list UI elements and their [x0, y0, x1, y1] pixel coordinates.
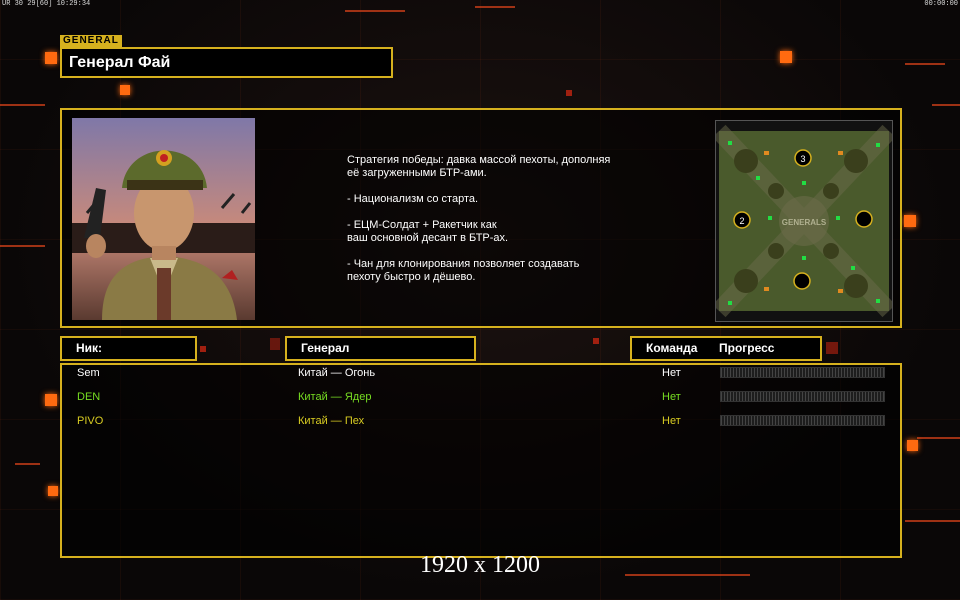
- player-row: DEN Китай — Ядер Нет: [62, 387, 900, 407]
- general-portrait: [72, 118, 255, 320]
- general-tag: GENERAL: [60, 35, 122, 47]
- portrait-icon: [72, 118, 255, 320]
- start-position-3: 3: [800, 154, 805, 164]
- deco-square: [904, 215, 916, 227]
- svg-text:GENERALS: GENERALS: [782, 218, 827, 227]
- deco-square: [593, 338, 599, 344]
- column-header-nick: Ник:: [60, 336, 197, 361]
- column-header-general: Генерал: [285, 336, 476, 361]
- deco-square: [566, 90, 572, 96]
- player-progress-bar: [720, 415, 885, 426]
- deco-line: [905, 520, 960, 522]
- resolution-label: 1920 x 1200: [420, 552, 540, 578]
- player-progress-bar: [720, 391, 885, 402]
- column-header-team-progress: Команда Прогресс: [630, 336, 822, 361]
- deco-square: [45, 394, 57, 406]
- column-header-progress: Прогресс: [719, 341, 775, 355]
- strategy-description: Стратегия победы: давка массой пехоты, д…: [347, 154, 611, 283]
- deco-square: [120, 85, 130, 95]
- deco-line: [345, 10, 405, 12]
- player-row: PIVO Китай — Пех Нет: [62, 411, 900, 431]
- player-general: Китай — Огонь: [298, 367, 376, 379]
- start-position-2: 2: [739, 216, 744, 226]
- player-progress-bar: [720, 367, 885, 378]
- deco-line: [917, 437, 960, 439]
- status-left: UR 30 29[60] 10:29:34: [2, 0, 91, 8]
- deco-line: [932, 104, 960, 106]
- deco-line: [15, 463, 40, 465]
- deco-square: [826, 342, 838, 354]
- player-general: Китай — Ядер: [298, 391, 372, 403]
- minimap: GENERALS 3 2: [712, 120, 896, 322]
- deco-square: [200, 346, 206, 352]
- player-nick: DEN: [77, 391, 101, 403]
- deco-square: [907, 440, 918, 451]
- player-row: Sem Китай — Огонь Нет: [62, 363, 900, 383]
- column-header-team: Команда: [646, 341, 698, 355]
- deco-line: [905, 63, 945, 65]
- deco-square: [45, 52, 57, 64]
- deco-line: [0, 245, 45, 247]
- player-general: Китай — Пех: [298, 415, 365, 427]
- player-team: Нет: [662, 415, 681, 427]
- deco-square: [48, 486, 58, 496]
- general-name-title: Генерал Фай: [60, 47, 393, 78]
- deco-square: [270, 338, 280, 350]
- player-team: Нет: [662, 391, 681, 403]
- deco-line: [0, 104, 45, 106]
- deco-square: [780, 51, 792, 63]
- player-nick: Sem: [77, 367, 100, 379]
- player-nick: PIVO: [77, 415, 104, 427]
- player-team: Нет: [662, 367, 681, 379]
- status-right: 00:00:00: [924, 0, 958, 8]
- minimap-icon: GENERALS 3 2: [712, 124, 896, 318]
- status-bar: UR 30 29[60] 10:29:34 00:00:00: [0, 0, 960, 8]
